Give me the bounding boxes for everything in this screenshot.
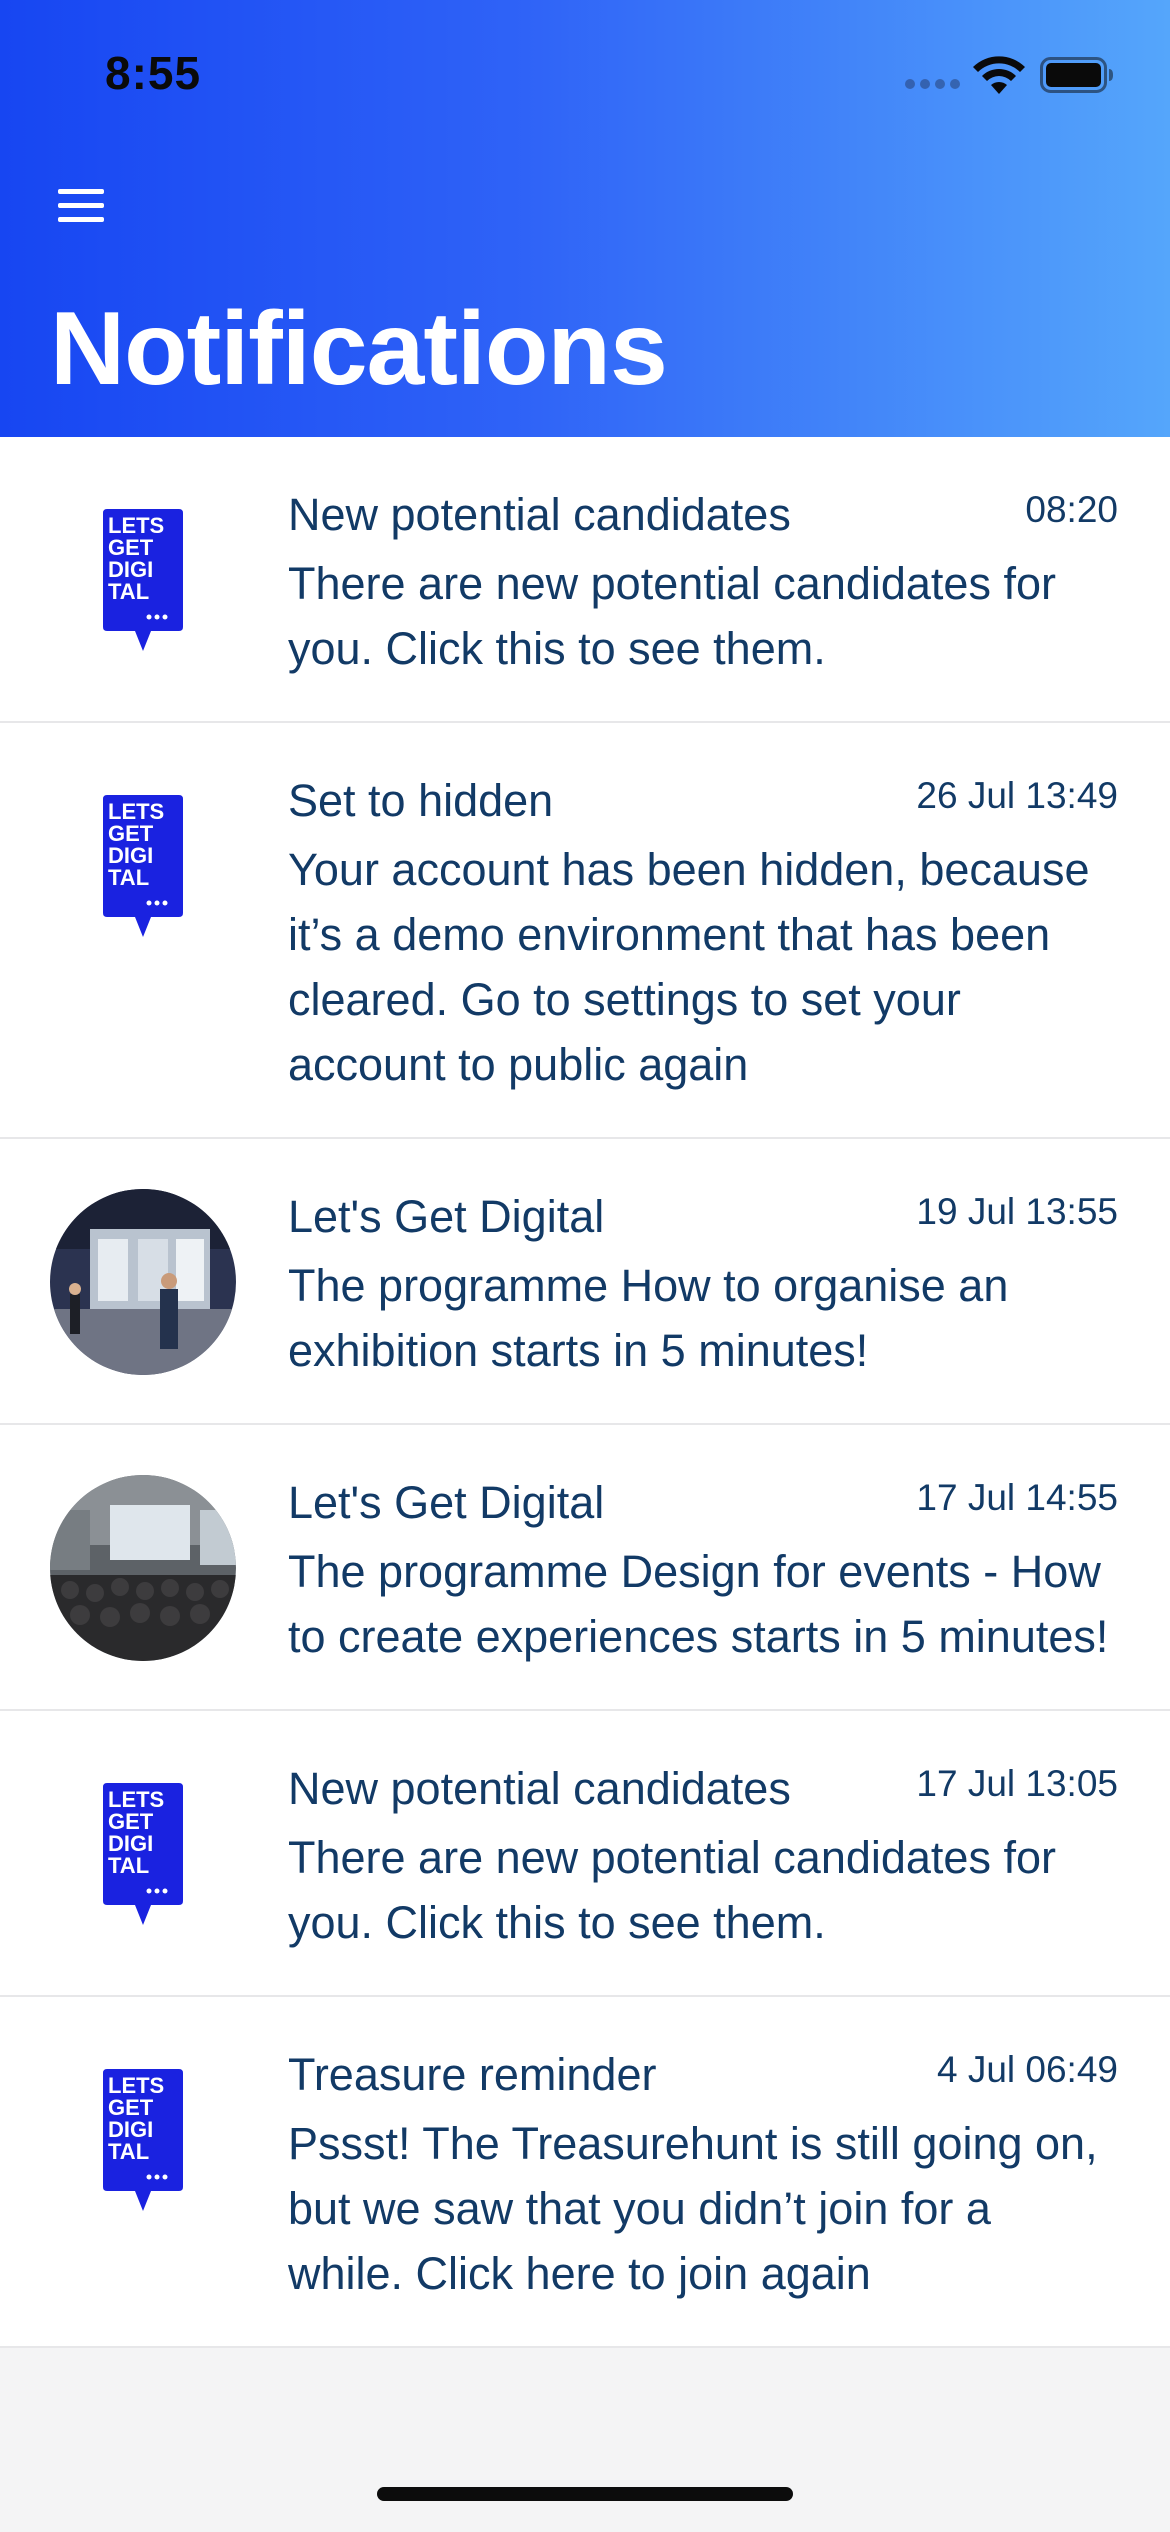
notification-item[interactable]: LETS GET DIGI TAL New potential candidat… [0, 437, 1170, 723]
notification-body: The programme How to organise an exhibit… [288, 1260, 1009, 1376]
notification-item[interactable]: Let's Get Digital 19 Jul 13:55 The progr… [0, 1139, 1170, 1425]
notification-title: Let's Get Digital [288, 1477, 605, 1528]
notification-item[interactable]: LETS GET DIGI TAL Treasure reminder 4 Ju… [0, 1997, 1170, 2348]
notification-item[interactable]: LETS GET DIGI TAL New potential candidat… [0, 1711, 1170, 1997]
notification-body: There are new potential candidates for y… [288, 558, 1056, 674]
battery-icon [1040, 57, 1113, 93]
lets-get-digital-logo-icon: LETS GET DIGI TAL [103, 2069, 183, 2211]
notification-date: 08:20 [1025, 489, 1118, 530]
notification-title: Treasure reminder [288, 2049, 657, 2100]
cellular-signal-icon [905, 79, 961, 91]
notification-title: New potential candidates [288, 1763, 791, 1814]
exhibition-photo-avatar [50, 1189, 236, 1375]
svg-text:TAL: TAL [108, 579, 149, 604]
notification-list: LETS GET DIGI TAL New potential candidat… [0, 437, 1170, 2348]
notification-date: 17 Jul 14:55 [916, 1477, 1118, 1518]
notification-date: 26 Jul 13:49 [916, 775, 1118, 816]
svg-text:TAL: TAL [108, 1853, 149, 1878]
header: 8:55 Notifications [0, 0, 1170, 437]
notification-title: Set to hidden [288, 775, 554, 826]
notification-date: 4 Jul 06:49 [936, 2049, 1118, 2090]
audience-photo-avatar [50, 1475, 236, 1661]
notification-body: Your account has been hidden, because it… [288, 844, 1090, 1090]
svg-text:TAL: TAL [108, 865, 149, 890]
page-title: Notifications [50, 291, 668, 407]
notification-title: New potential candidates [288, 489, 791, 540]
notification-body: There are new potential candidates for y… [288, 1832, 1056, 1948]
svg-text:TAL: TAL [108, 2139, 149, 2164]
notification-body: Pssst! The Treasurehunt is still going o… [288, 2118, 1098, 2299]
notification-date: 19 Jul 13:55 [916, 1191, 1118, 1232]
hamburger-menu-icon[interactable] [50, 184, 112, 228]
home-indicator[interactable] [377, 2487, 793, 2501]
lets-get-digital-logo-icon: LETS GET DIGI TAL [103, 1783, 183, 1925]
notification-body: The programme Design for events - How to… [288, 1546, 1109, 1662]
lets-get-digital-logo-icon: LETS GET DIGI TAL [103, 509, 183, 651]
notification-item[interactable]: Let's Get Digital 17 Jul 14:55 The progr… [0, 1425, 1170, 1711]
lets-get-digital-logo-icon: LETS GET DIGI TAL [103, 795, 183, 937]
status-time: 8:55 [105, 47, 202, 99]
notification-date: 17 Jul 13:05 [916, 1763, 1118, 1804]
wifi-icon [973, 56, 1025, 94]
notification-title: Let's Get Digital [288, 1191, 605, 1242]
notification-item[interactable]: LETS GET DIGI TAL Set to hidden 26 Jul 1… [0, 723, 1170, 1139]
